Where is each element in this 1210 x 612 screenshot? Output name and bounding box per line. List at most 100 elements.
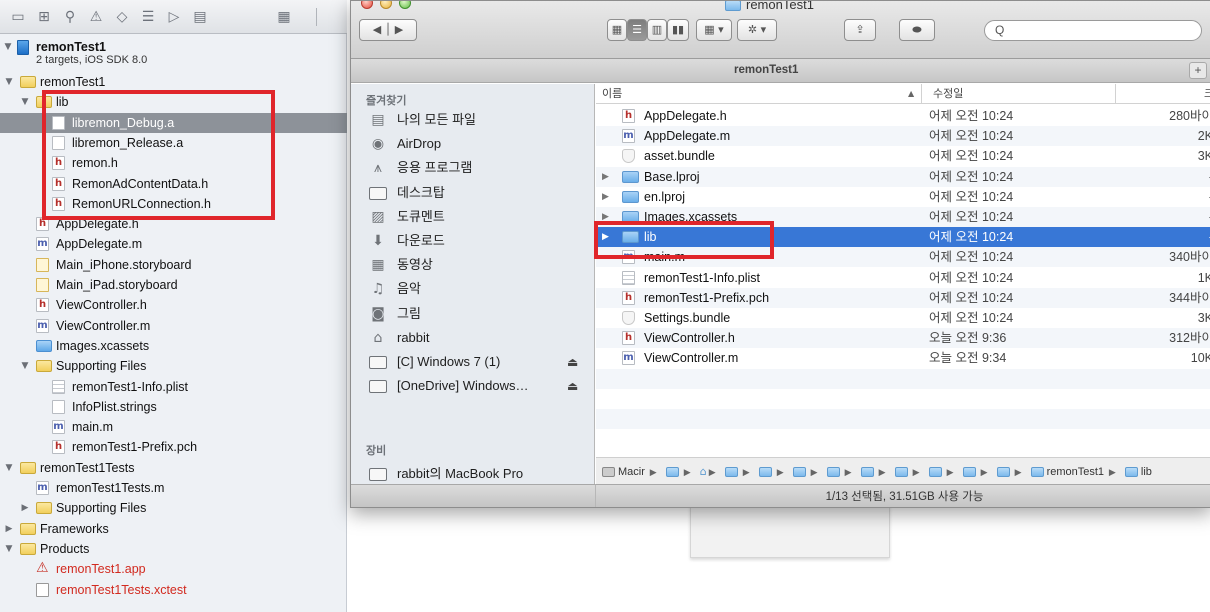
tree-item[interactable]: ▶ Supporting Files [0,498,347,518]
home-icon: ⌂ [699,465,707,478]
tab-title[interactable]: remonTest1 [734,64,798,76]
tree-item[interactable]: h remonTest1-Prefix.pch [0,437,347,457]
tree-item[interactable]: ▼ Products [0,539,347,559]
sidebar-item[interactable]: ⩚ 응용 프로그램 [351,156,595,180]
tree-item[interactable]: remonTest1-Info.plist [0,377,347,397]
tree-item[interactable]: m AppDelegate.m [0,234,347,254]
tree-item[interactable]: ▼ remonTest1 [0,72,347,92]
disclosure-triangle-icon[interactable]: ▶ [602,187,609,207]
file-row[interactable]: ▶ Base.lproj 어제 오전 10:24 - [596,166,1210,187]
path-item[interactable]: ▶ [758,459,784,487]
sidebar-item[interactable]: ▨ 도큐멘트 [351,205,595,229]
sidebar-item[interactable]: ◉ AirDrop [351,132,595,156]
path-item[interactable]: ▶ [826,459,852,487]
back-forward-buttons[interactable]: ◀ │ ▶ [359,19,417,41]
disclosure-closed-icon[interactable]: ▶ [4,519,14,539]
sidebar-item[interactable]: ⬇ 다운로드 [351,229,595,253]
action-gear-button[interactable]: ✲ ▾ [737,19,777,41]
path-item[interactable]: ▶ [928,459,954,487]
debug-navigator-icon[interactable]: ☰ [140,9,156,25]
issue-navigator-icon[interactable]: ⚠ [88,9,104,25]
tree-item[interactable]: ▼ remonTest1Tests [0,458,347,478]
tree-item[interactable]: ▶ Frameworks [0,519,347,539]
sidebar-item[interactable]: ⌂ rabbit [351,326,595,350]
file-row[interactable]: h AppDelegate.h 어제 오전 10:24 280바이 [596,106,1210,126]
icon-view-button[interactable]: ▦ [607,19,627,41]
arrange-button[interactable]: ▦ ▾ [696,19,732,41]
column-size[interactable]: 크 [1204,84,1210,104]
file-name: asset.bundle [644,149,715,164]
disclosure-open-icon[interactable]: ▼ [4,458,14,478]
disclosure-triangle-icon[interactable]: ▶ [602,167,609,187]
disclosure-open-icon[interactable]: ▼ [3,40,13,54]
log-navigator-icon[interactable]: ▤ [192,9,208,25]
sidebar-item[interactable]: ◙ 그림 [351,302,595,326]
file-row[interactable]: h ViewController.h 오늘 오전 9:36 312바이 [596,328,1210,349]
path-item-disk[interactable]: Macir ▶ [602,459,657,487]
path-item[interactable]: ▶ [894,459,920,487]
file-row[interactable]: remonTest1-Info.plist 어제 오전 10:24 1K [596,268,1210,288]
tags-button[interactable]: ⬬ [899,19,935,41]
tree-item[interactable]: h ViewController.h [0,295,347,315]
file-row[interactable]: asset.bundle 어제 오전 10:24 3K [596,146,1210,166]
tree-item[interactable]: m main.m [0,417,347,437]
disclosure-closed-icon[interactable]: ▶ [20,498,30,518]
file-row[interactable]: h remonTest1-Prefix.pch 어제 오전 10:24 344바이 [596,287,1210,308]
tree-item[interactable]: Main_iPhone.storyboard [0,255,347,275]
tree-item[interactable]: m ViewController.m [0,316,347,336]
project-root[interactable]: ▼ remonTest1 2 targets, iOS SDK 8.0 [0,38,347,70]
tree-item[interactable]: m remonTest1Tests.m [0,478,347,498]
path-item[interactable]: ▶ [996,459,1022,487]
path-item-lib[interactable]: lib [1124,459,1152,486]
tree-item[interactable]: InfoPlist.strings [0,397,347,417]
eject-icon[interactable]: ⏏ [567,374,578,398]
coverflow-view-button[interactable]: ▮▮ [667,19,689,41]
tree-item[interactable]: Images.xcassets [0,336,347,356]
file-row[interactable]: Settings.bundle 어제 오전 10:24 3K [596,308,1210,328]
sidebar-item[interactable]: ♫ 음악 [351,277,595,301]
sidebar-item[interactable]: [OneDrive] Windows… ⏏ [351,374,595,398]
project-navigator-icon[interactable]: ▭ [10,9,26,25]
symbol-navigator-icon[interactable]: ⊞ [36,9,52,25]
tree-item[interactable]: remonTest1Tests.xctest [0,580,347,600]
list-view-button[interactable]: ☰ [627,19,647,41]
path-item[interactable]: ▶ [860,459,886,487]
zoom-button[interactable] [399,1,411,9]
breakpoint-navigator-icon[interactable]: ▷ [166,9,182,25]
disclosure-open-icon[interactable]: ▼ [20,356,30,376]
column-date[interactable]: 수정일 [933,84,963,104]
file-row[interactable]: m ViewController.m 오늘 오전 9:34 10K [596,348,1210,368]
disclosure-open-icon[interactable]: ▼ [4,539,14,559]
file-row[interactable]: m AppDelegate.m 어제 오전 10:24 2K [596,126,1210,147]
eject-icon[interactable]: ⏏ [567,350,578,374]
sidebar-item[interactable]: ▤ 나의 모든 파일 [351,108,595,132]
search-field[interactable]: Q [984,20,1202,41]
path-item[interactable]: ▶ [792,459,818,487]
disclosure-open-icon[interactable]: ▼ [4,72,14,92]
tree-item[interactable]: ⚠ remonTest1.app [0,559,347,579]
sidebar-item[interactable]: ▦ 동영상 [351,253,595,277]
column-view-button[interactable]: ▥ [647,19,667,41]
minimize-button[interactable] [380,1,392,9]
share-button[interactable]: ⇪ [844,19,876,41]
find-navigator-icon[interactable]: ⚲ [62,9,78,25]
new-tab-button[interactable]: + [1189,62,1207,79]
path-item[interactable]: ▶ [724,459,750,487]
path-item-remontest1[interactable]: remonTest1 ▶ [1030,459,1116,487]
sidebar-item[interactable]: 데스크탑 [351,181,595,205]
path-item[interactable]: ▶ [962,459,988,487]
file-size: 1K [1197,270,1210,285]
close-button[interactable] [361,1,373,9]
editor-grid-icon[interactable]: ▦ [276,9,292,25]
tree-item[interactable]: ▼ Supporting Files [0,356,347,376]
column-name[interactable]: 이름 [602,84,622,104]
tree-item-label: main.m [72,420,113,435]
sidebar-item[interactable]: [C] Windows 7 (1) ⏏ [351,350,595,374]
path-item-home[interactable]: ⌂ ▶ [700,458,716,487]
test-navigator-icon[interactable]: ◇ [114,9,130,25]
disclosure-open-icon[interactable]: ▼ [20,92,30,112]
path-item[interactable]: ▶ [665,459,691,487]
file-row[interactable]: ▶ en.lproj 어제 오전 10:24 - [596,187,1210,207]
tree-item[interactable]: Main_iPad.storyboard [0,275,347,295]
sidebar-device-item[interactable]: rabbit의 MacBook Pro [351,462,595,486]
